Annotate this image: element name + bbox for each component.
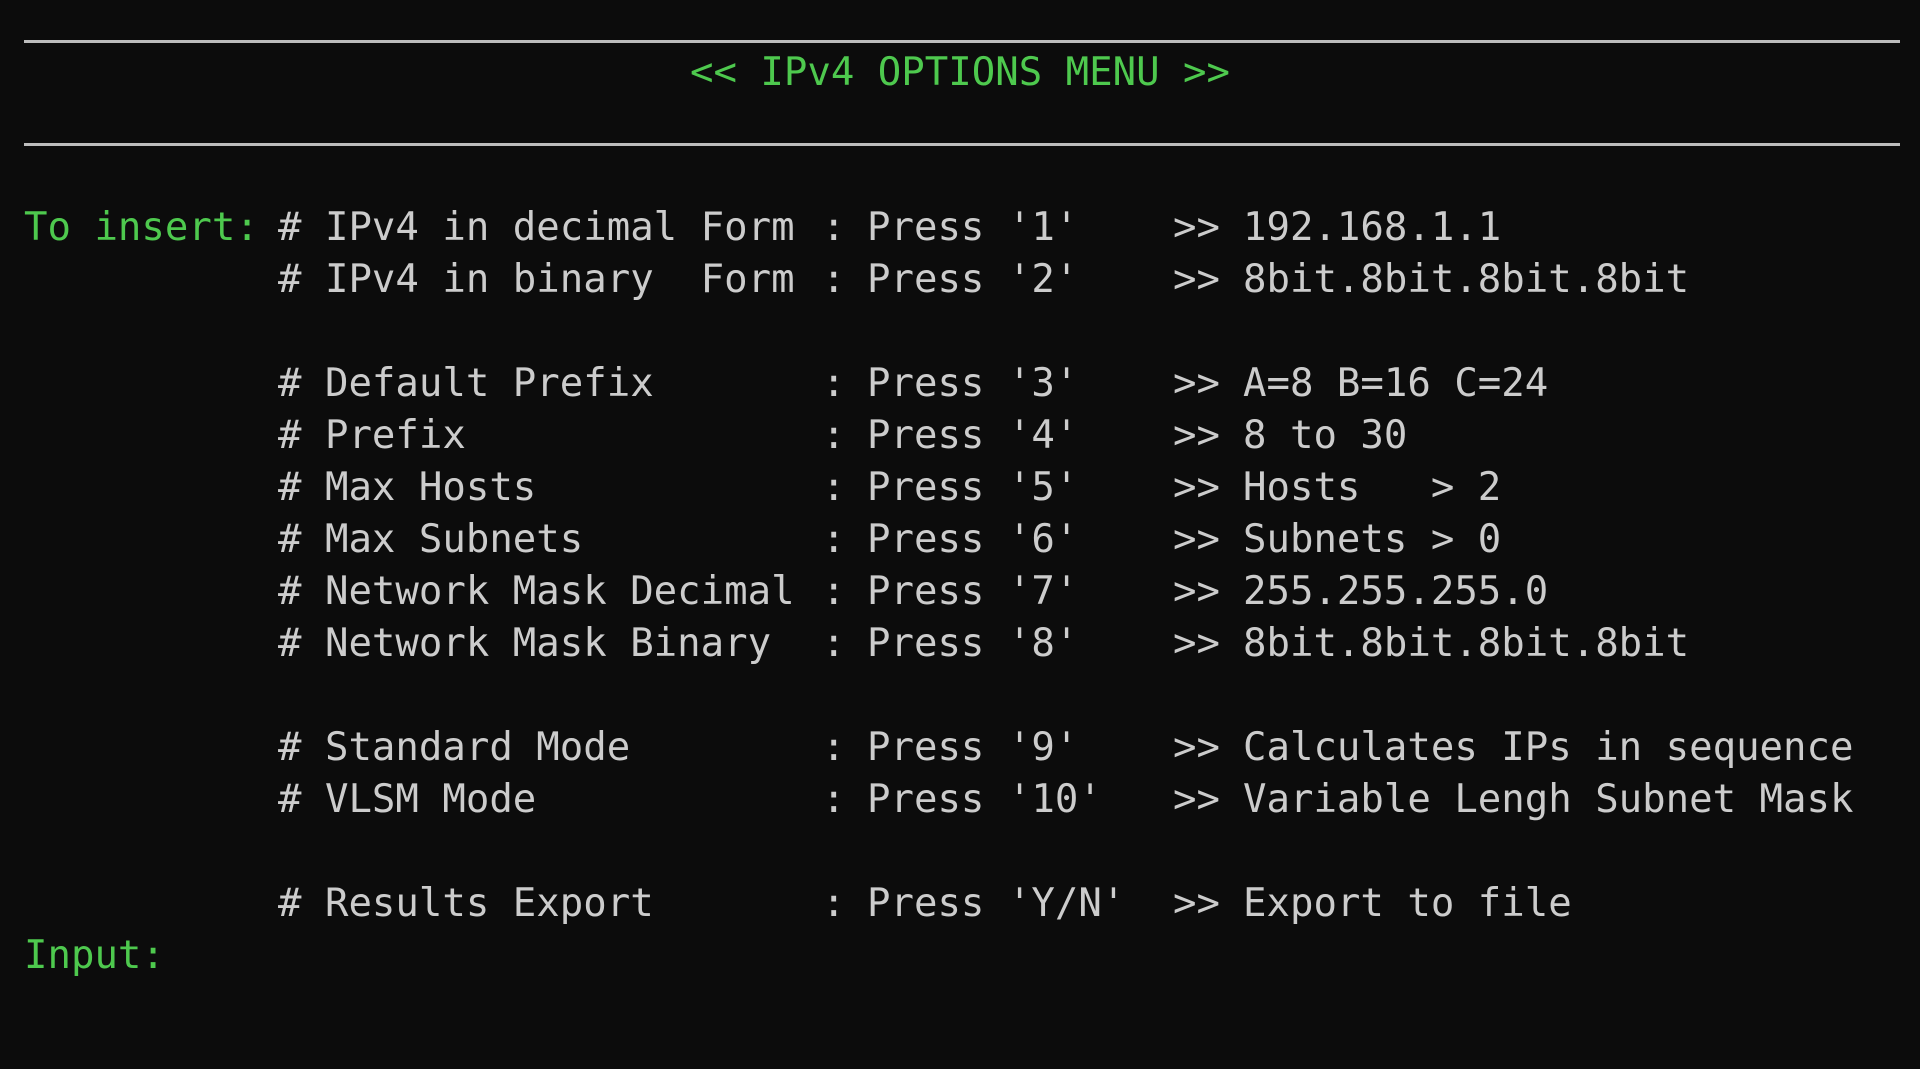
option-label: # IPv4 in decimal Form (278, 205, 795, 250)
option-key: Press '8' (867, 621, 1079, 666)
menu-title: << IPv4 OPTIONS MENU >> (689, 50, 1231, 95)
option-arrow: >> (1173, 777, 1220, 822)
option-description: 8bit.8bit.8bit.8bit (1243, 621, 1690, 666)
option-description: Export to file (1243, 881, 1572, 926)
to-insert-label: To insert: (24, 205, 259, 250)
option-key: Press '7' (867, 569, 1079, 614)
option-description: 192.168.1.1 (1243, 205, 1502, 250)
option-label: # VLSM Mode (278, 777, 537, 822)
option-arrow: >> (1173, 725, 1220, 770)
option-separator: : (822, 725, 846, 770)
option-key: Press '1' (867, 205, 1079, 250)
input-field[interactable] (180, 930, 1880, 982)
option-label: # Network Mask Binary (278, 621, 772, 666)
option-separator: : (822, 517, 846, 562)
input-prompt-label: Input: (24, 933, 165, 978)
option-arrow: >> (1173, 569, 1220, 614)
option-separator: : (822, 257, 846, 302)
bottom-divider (24, 143, 1900, 146)
option-key: Press '4' (867, 413, 1079, 458)
option-label: # IPv4 in binary Form (278, 257, 795, 302)
option-key: Press '10' (867, 777, 1102, 822)
option-separator: : (822, 881, 846, 926)
top-divider (24, 40, 1900, 43)
option-label: # Results Export (278, 881, 654, 926)
terminal-window: << IPv4 OPTIONS MENU >> To insert: # IPv… (0, 0, 1920, 1069)
option-description: 255.255.255.0 (1243, 569, 1549, 614)
option-separator: : (822, 413, 846, 458)
option-label: # Standard Mode (278, 725, 631, 770)
option-arrow: >> (1173, 465, 1220, 510)
option-label: # Network Mask Decimal (278, 569, 795, 614)
option-key: Press 'Y/N' (867, 881, 1126, 926)
option-label: # Max Subnets (278, 517, 584, 562)
option-label: # Default Prefix (278, 361, 654, 406)
option-key: Press '2' (867, 257, 1079, 302)
option-separator: : (822, 777, 846, 822)
option-arrow: >> (1173, 413, 1220, 458)
option-description: Hosts > 2 (1243, 465, 1502, 510)
option-key: Press '9' (867, 725, 1079, 770)
option-separator: : (822, 465, 846, 510)
option-description: A=8 B=16 C=24 (1243, 361, 1549, 406)
option-separator: : (822, 361, 846, 406)
option-arrow: >> (1173, 621, 1220, 666)
option-description: Subnets > 0 (1243, 517, 1502, 562)
option-description: Variable Lengh Subnet Mask (1243, 777, 1854, 822)
option-key: Press '5' (867, 465, 1079, 510)
option-arrow: >> (1173, 361, 1220, 406)
option-label: # Prefix (278, 413, 466, 458)
option-arrow: >> (1173, 517, 1220, 562)
option-separator: : (822, 569, 846, 614)
option-arrow: >> (1173, 881, 1220, 926)
option-arrow: >> (1173, 257, 1220, 302)
option-description: 8 to 30 (1243, 413, 1408, 458)
option-key: Press '3' (867, 361, 1079, 406)
option-label: # Max Hosts (278, 465, 537, 510)
option-key: Press '6' (867, 517, 1079, 562)
option-arrow: >> (1173, 205, 1220, 250)
option-description: 8bit.8bit.8bit.8bit (1243, 257, 1690, 302)
option-separator: : (822, 205, 846, 250)
option-separator: : (822, 621, 846, 666)
option-description: Calculates IPs in sequence (1243, 725, 1854, 770)
